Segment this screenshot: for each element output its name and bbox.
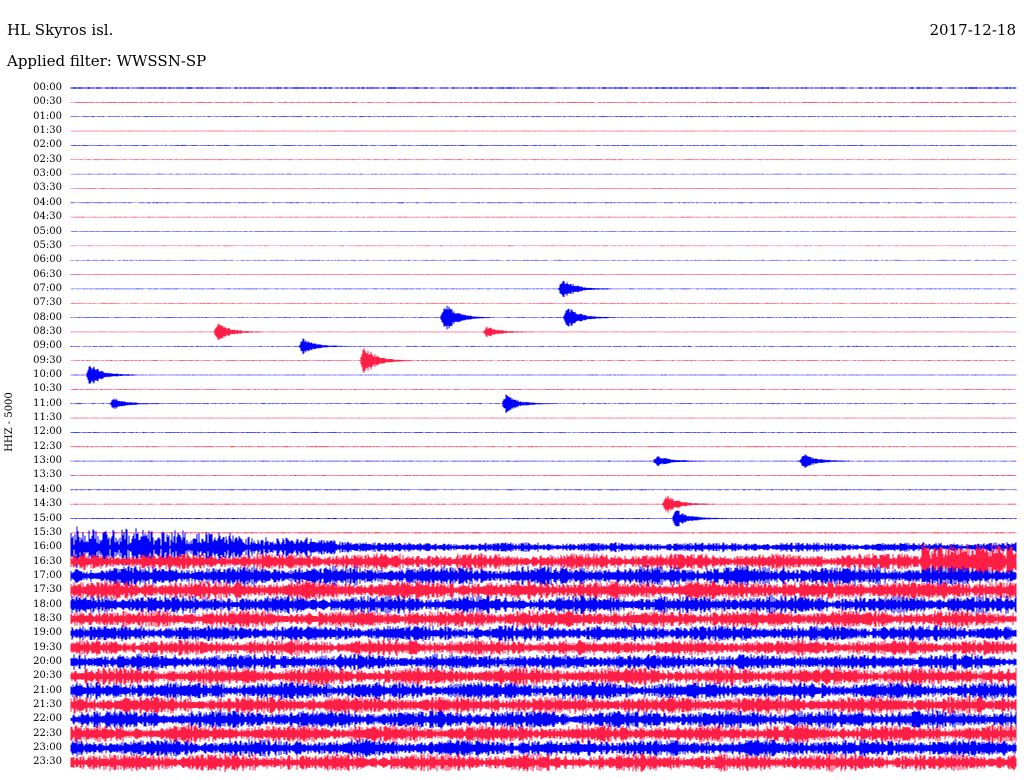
trace-row [70,202,1017,204]
trace-row [70,739,1017,758]
trace-row [70,394,1017,413]
trace-row [70,489,1017,491]
trace-row [70,338,1017,355]
trace-row [70,274,1017,275]
trace-row [70,681,1017,701]
trace-row [70,653,1017,671]
trace-row [70,348,1017,373]
trace-row [70,495,1017,513]
helicorder-plot [70,87,1017,773]
trace-row [70,231,1017,232]
trace-row [70,159,1017,161]
trace-row [70,752,1017,773]
trace-row [70,280,1017,297]
trace-row [70,595,1017,615]
trace-row [70,302,1017,304]
trace-row [70,173,1017,175]
trace-row [70,305,1017,330]
trace-row [70,101,1017,103]
trace-row [70,245,1017,247]
trace-row [70,695,1017,715]
trace-row [70,624,1017,643]
trace-row [70,87,1017,89]
trace-row [70,454,1017,468]
trace-row [70,510,1017,527]
trace-row [70,259,1017,261]
trace-row [70,639,1017,657]
trace-row [70,366,1017,384]
seismogram-page: HL Skyros isl. Applied filter: WWSSN-SP … [0,0,1024,780]
trace-row [70,188,1017,189]
trace-row [70,323,1017,340]
trace-row [70,216,1017,218]
trace-row [70,609,1017,629]
trace-row [70,565,1017,587]
trace-row [70,431,1017,433]
trace-row [70,116,1017,118]
trace-row [70,532,1017,534]
trace-row [70,417,1017,419]
trace-row [70,723,1017,744]
trace-row [70,446,1017,448]
trace-row [70,130,1017,132]
trace-row [70,666,1017,686]
trace-row [70,389,1017,390]
trace-row [70,475,1017,476]
trace-row [70,144,1017,146]
